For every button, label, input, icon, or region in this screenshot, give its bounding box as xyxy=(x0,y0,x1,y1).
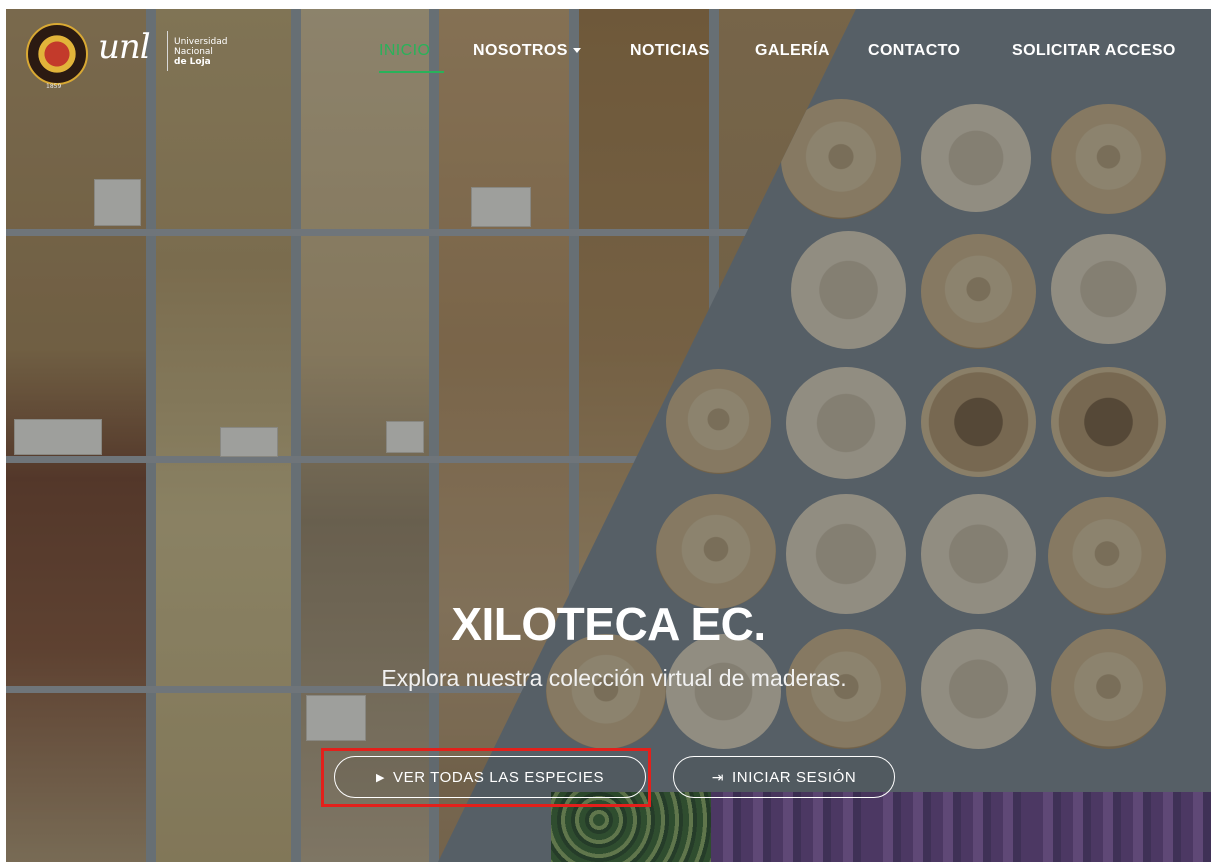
university-name-line: de Loja xyxy=(174,57,211,67)
nav-item-solicitar-acceso[interactable]: SOLICITAR ACCESO xyxy=(1012,42,1176,60)
unl-logo[interactable]: unl xyxy=(98,27,151,67)
university-name-line: Nacional xyxy=(174,47,213,57)
nav-item-inicio[interactable]: INICIO xyxy=(379,42,430,60)
active-nav-underline xyxy=(379,71,444,73)
caret-down-icon xyxy=(572,48,581,54)
view-all-species-label: VER TODAS LAS ESPECIES xyxy=(393,768,605,786)
navbar: 1859 unl Universidad Nacional de Loja IN… xyxy=(6,9,1211,90)
university-name: Universidad Nacional de Loja xyxy=(174,37,228,67)
nav-item-label: NOSOTROS xyxy=(473,42,568,59)
university-seal-logo[interactable] xyxy=(26,23,88,85)
logo-divider xyxy=(167,31,168,71)
nav-item-noticias[interactable]: NOTICIAS xyxy=(630,42,710,60)
dark-overlay xyxy=(6,9,1211,862)
nav-item-galeria[interactable]: GALERÍA xyxy=(755,42,830,60)
hero-section: 1859 unl Universidad Nacional de Loja IN… xyxy=(6,9,1211,862)
login-label: INICIAR SESIÓN xyxy=(732,768,857,786)
hero-title: XILOTECA EC. xyxy=(451,598,766,650)
hero-subtitle: Explora nuestra colección virtual de mad… xyxy=(381,665,847,691)
login-button[interactable]: ⇥ INICIAR SESIÓN xyxy=(673,756,895,798)
view-all-species-button[interactable]: ▶ VER TODAS LAS ESPECIES xyxy=(334,756,646,798)
sign-in-icon: ⇥ xyxy=(711,768,725,785)
seal-year: 1859 xyxy=(46,83,62,90)
nav-item-nosotros[interactable]: NOSOTROS xyxy=(473,42,581,60)
nav-item-contacto[interactable]: CONTACTO xyxy=(868,42,960,60)
play-icon: ▶ xyxy=(375,771,385,784)
university-name-line: Universidad xyxy=(174,37,228,47)
